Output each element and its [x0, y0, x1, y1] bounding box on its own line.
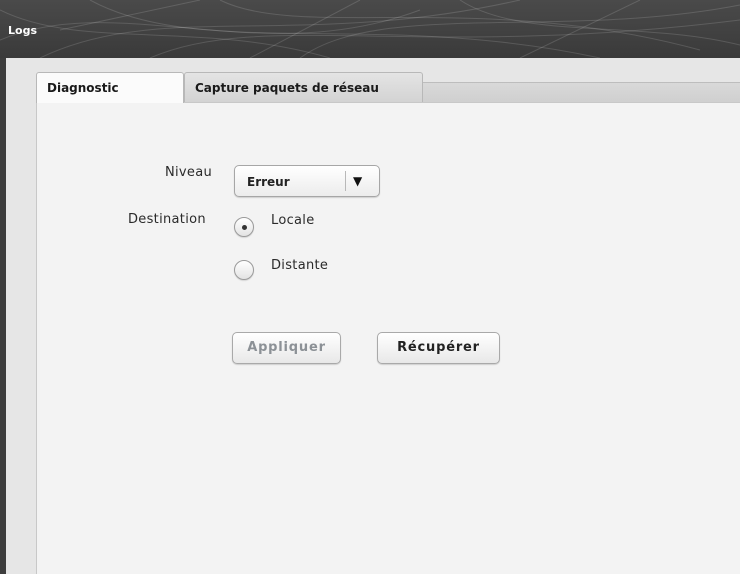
- chevron-down-icon[interactable]: ▼: [353, 174, 362, 188]
- tab-bar-filler: [423, 82, 740, 103]
- level-select[interactable]: Erreur ▼: [234, 165, 380, 197]
- destination-label: Destination: [128, 212, 206, 227]
- tab-packet-capture[interactable]: Capture paquets de réseau: [184, 72, 423, 102]
- window-title: Logs: [8, 24, 37, 37]
- radio-selected-dot: [242, 225, 247, 230]
- select-separator: [345, 171, 346, 191]
- radio-distante[interactable]: [234, 260, 254, 280]
- tab-label: Capture paquets de réseau: [195, 81, 379, 95]
- radio-locale[interactable]: [234, 217, 254, 237]
- level-select-value: Erreur: [247, 175, 290, 189]
- tab-bar: Diagnostic Capture paquets de réseau: [36, 72, 740, 103]
- tab-diagnostic[interactable]: Diagnostic: [36, 72, 184, 103]
- retrieve-button[interactable]: Récupérer: [377, 332, 500, 364]
- apply-button[interactable]: Appliquer: [232, 332, 341, 364]
- tab-label: Diagnostic: [47, 81, 119, 95]
- app-window: Logs Diagnostic Capture paquets de résea…: [0, 0, 740, 574]
- diagnostic-panel: Niveau Erreur ▼ Destination Locale Dista…: [36, 102, 740, 574]
- radio-locale-label[interactable]: Locale: [271, 213, 315, 228]
- background-decoration: [0, 0, 740, 58]
- level-label: Niveau: [165, 165, 213, 180]
- title-bar: Logs: [0, 0, 740, 58]
- radio-distante-label[interactable]: Distante: [271, 258, 328, 273]
